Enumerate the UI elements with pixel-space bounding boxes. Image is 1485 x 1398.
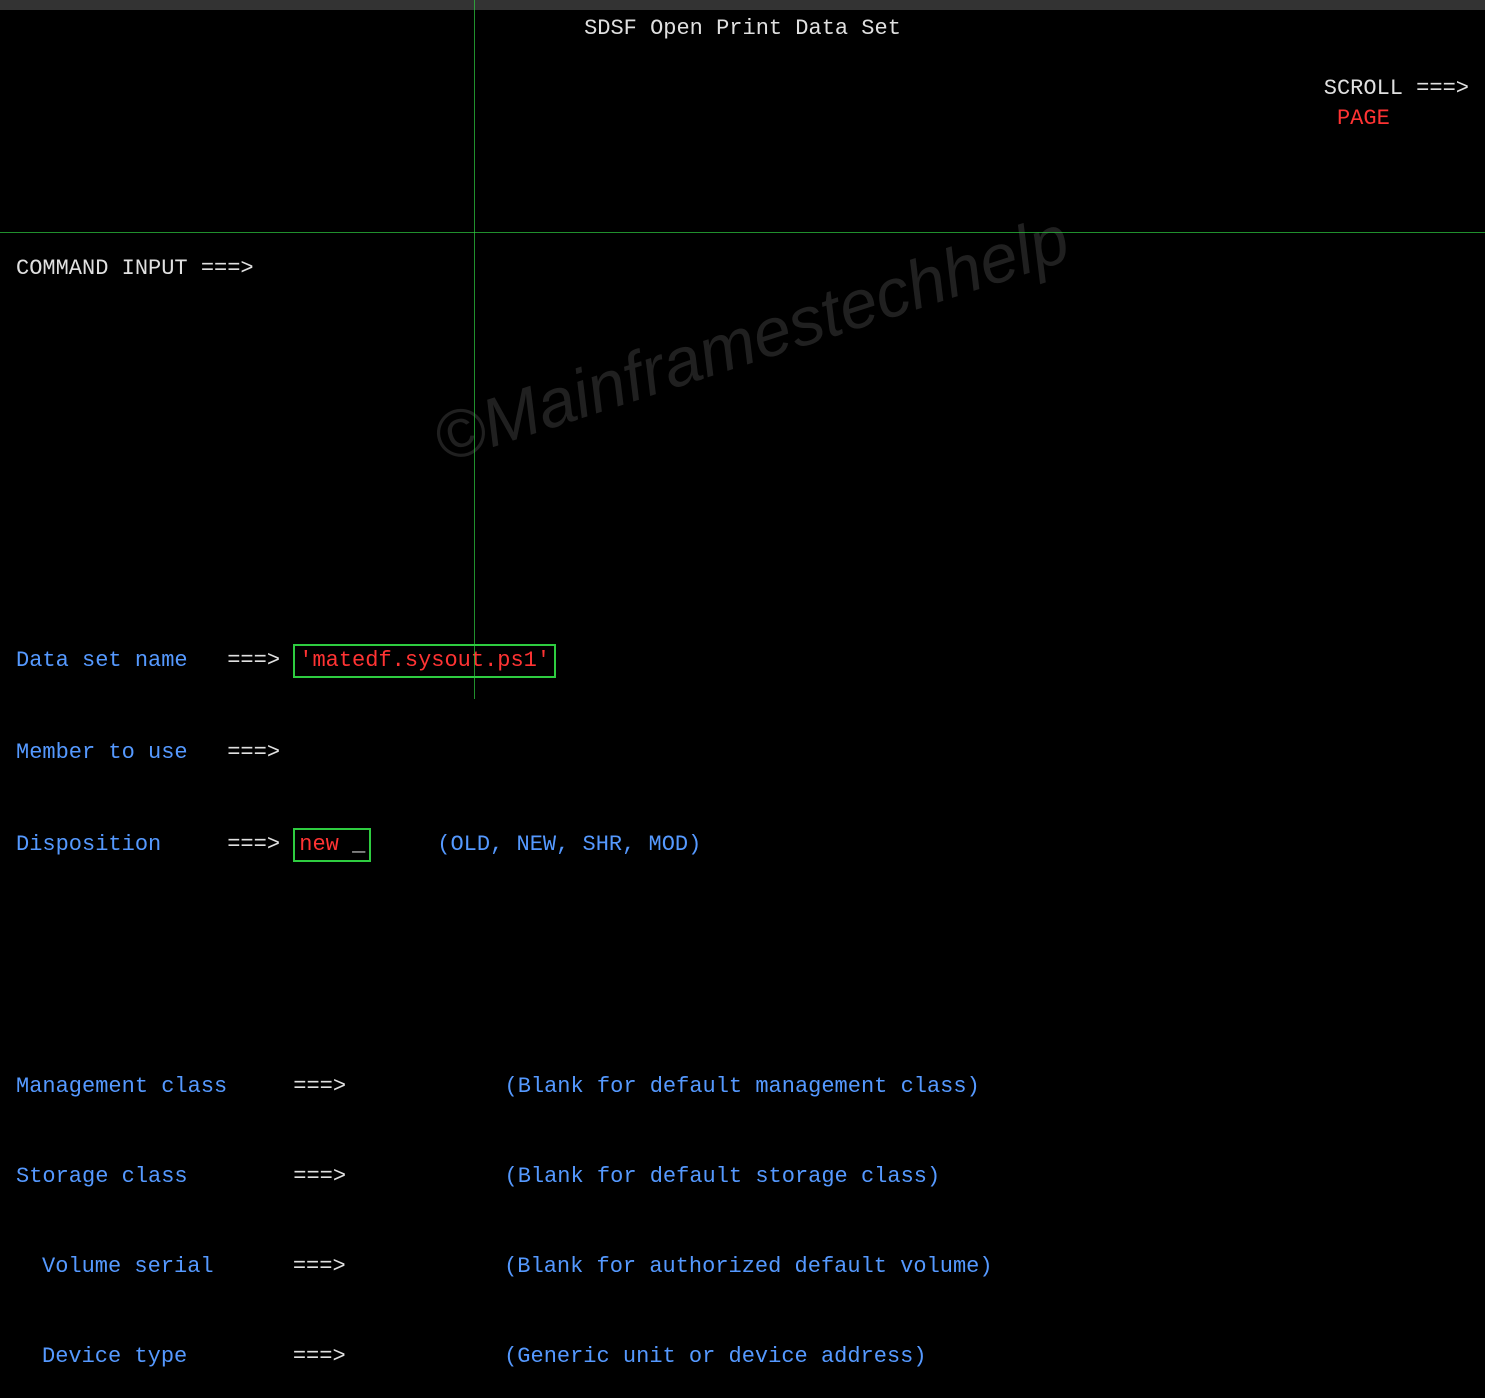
panel-title: SDSF Open Print Data Set: [0, 14, 1485, 44]
disp-label: Disposition: [16, 830, 227, 860]
storage-input[interactable]: [346, 1162, 504, 1192]
volser-input[interactable]: [346, 1252, 504, 1282]
storage-label: Storage class: [16, 1162, 293, 1192]
window-titlebar: [0, 0, 1485, 10]
mgmt-input[interactable]: [346, 1072, 504, 1102]
scroll-label: SCROLL ===>: [1324, 76, 1469, 101]
command-input[interactable]: [254, 254, 267, 284]
scroll-value[interactable]: PAGE: [1337, 106, 1390, 131]
device-input[interactable]: [346, 1342, 504, 1372]
device-hint: (Generic unit or device address): [504, 1342, 926, 1372]
volser-label: Volume serial: [42, 1252, 293, 1282]
device-label: Device type: [42, 1342, 293, 1372]
member-input[interactable]: [280, 738, 293, 768]
terminal-screen: SDSF Open Print Data Set COMMAND INPUT =…: [0, 10, 1485, 1398]
member-label: Member to use: [16, 738, 227, 768]
mgmt-hint: (Blank for default management class): [505, 1072, 980, 1102]
dsn-input[interactable]: 'matedf.sysout.ps1': [293, 644, 556, 678]
dsn-label: Data set name: [16, 646, 227, 676]
storage-hint: (Blank for default storage class): [505, 1162, 941, 1192]
mgmt-label: Management class: [16, 1072, 293, 1102]
disp-hint: (OLD, NEW, SHR, MOD): [437, 830, 701, 860]
disp-input[interactable]: new _: [293, 828, 371, 862]
command-input-label: COMMAND INPUT ===>: [16, 254, 254, 284]
volser-hint: (Blank for authorized default volume): [504, 1252, 992, 1282]
